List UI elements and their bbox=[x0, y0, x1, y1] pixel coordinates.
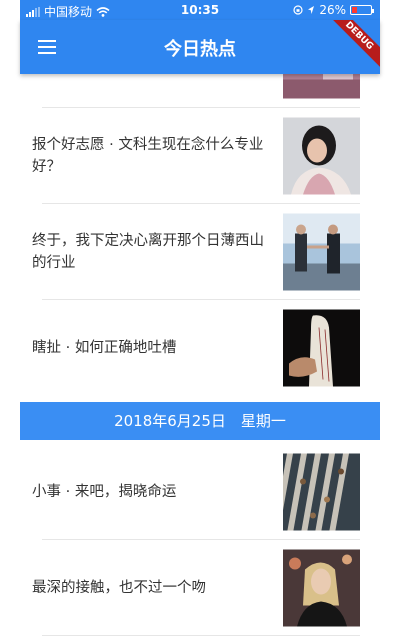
screen: 中国移动 10:35 26% 今日热点 DEBUG 报个好志愿 · 文科生现在念… bbox=[0, 0, 400, 640]
news-list[interactable]: 后？ 报个好志愿 · 文科生现在念什么专业好？ bbox=[20, 74, 380, 640]
app-bar: 今日热点 DEBUG bbox=[20, 20, 380, 74]
item-title: 最深的接触，也不过一个吻 bbox=[32, 580, 206, 596]
list-item[interactable]: 报个好志愿 · 文科生现在念什么专业好？ bbox=[20, 108, 380, 204]
list-item[interactable]: 瞎扯 · 如何正确地吐槽 bbox=[20, 300, 380, 396]
list-item[interactable]: 最深的接触，也不过一个吻 bbox=[20, 540, 380, 636]
list-item[interactable]: 终于，我下定决心离开那个日薄西山的行业 bbox=[20, 204, 380, 300]
date-section-header: 2018年6月25日 星期一 bbox=[20, 402, 380, 440]
frame-gutter-right bbox=[380, 0, 400, 640]
item-title: 终于，我下定决心离开那个日薄西山的行业 bbox=[32, 233, 264, 271]
item-title: 报个好志愿 · 文科生现在念什么专业好？ bbox=[32, 137, 264, 175]
list-item[interactable]: 小事 · 来吧，揭晓命运 bbox=[20, 444, 380, 540]
blonde-woman-thumbnail bbox=[283, 549, 360, 627]
woman-portrait-thumbnail bbox=[283, 117, 360, 195]
pink-figure-thumbnail bbox=[283, 74, 360, 99]
app-title: 今日热点 bbox=[164, 39, 236, 60]
business-handshake-thumbnail bbox=[283, 213, 360, 291]
battery-level bbox=[352, 7, 357, 13]
item-title: 瞎扯 · 如何正确地吐槽 bbox=[32, 340, 177, 356]
list-divider bbox=[42, 635, 360, 636]
list-item[interactable]: 后？ bbox=[20, 74, 380, 108]
status-right: 26% bbox=[293, 3, 374, 17]
item-title: 小事 · 来吧，揭晓命运 bbox=[32, 484, 177, 500]
status-bar: 中国移动 10:35 26% bbox=[20, 0, 380, 20]
location-icon bbox=[308, 6, 315, 14]
battery-icon bbox=[350, 5, 374, 15]
crosswalk-crowd-thumbnail bbox=[283, 453, 360, 531]
frame-gutter-left bbox=[0, 0, 20, 640]
acupuncture-model-thumbnail bbox=[283, 309, 360, 387]
rotation-lock-icon bbox=[293, 5, 303, 15]
battery-percent: 26% bbox=[319, 3, 346, 17]
